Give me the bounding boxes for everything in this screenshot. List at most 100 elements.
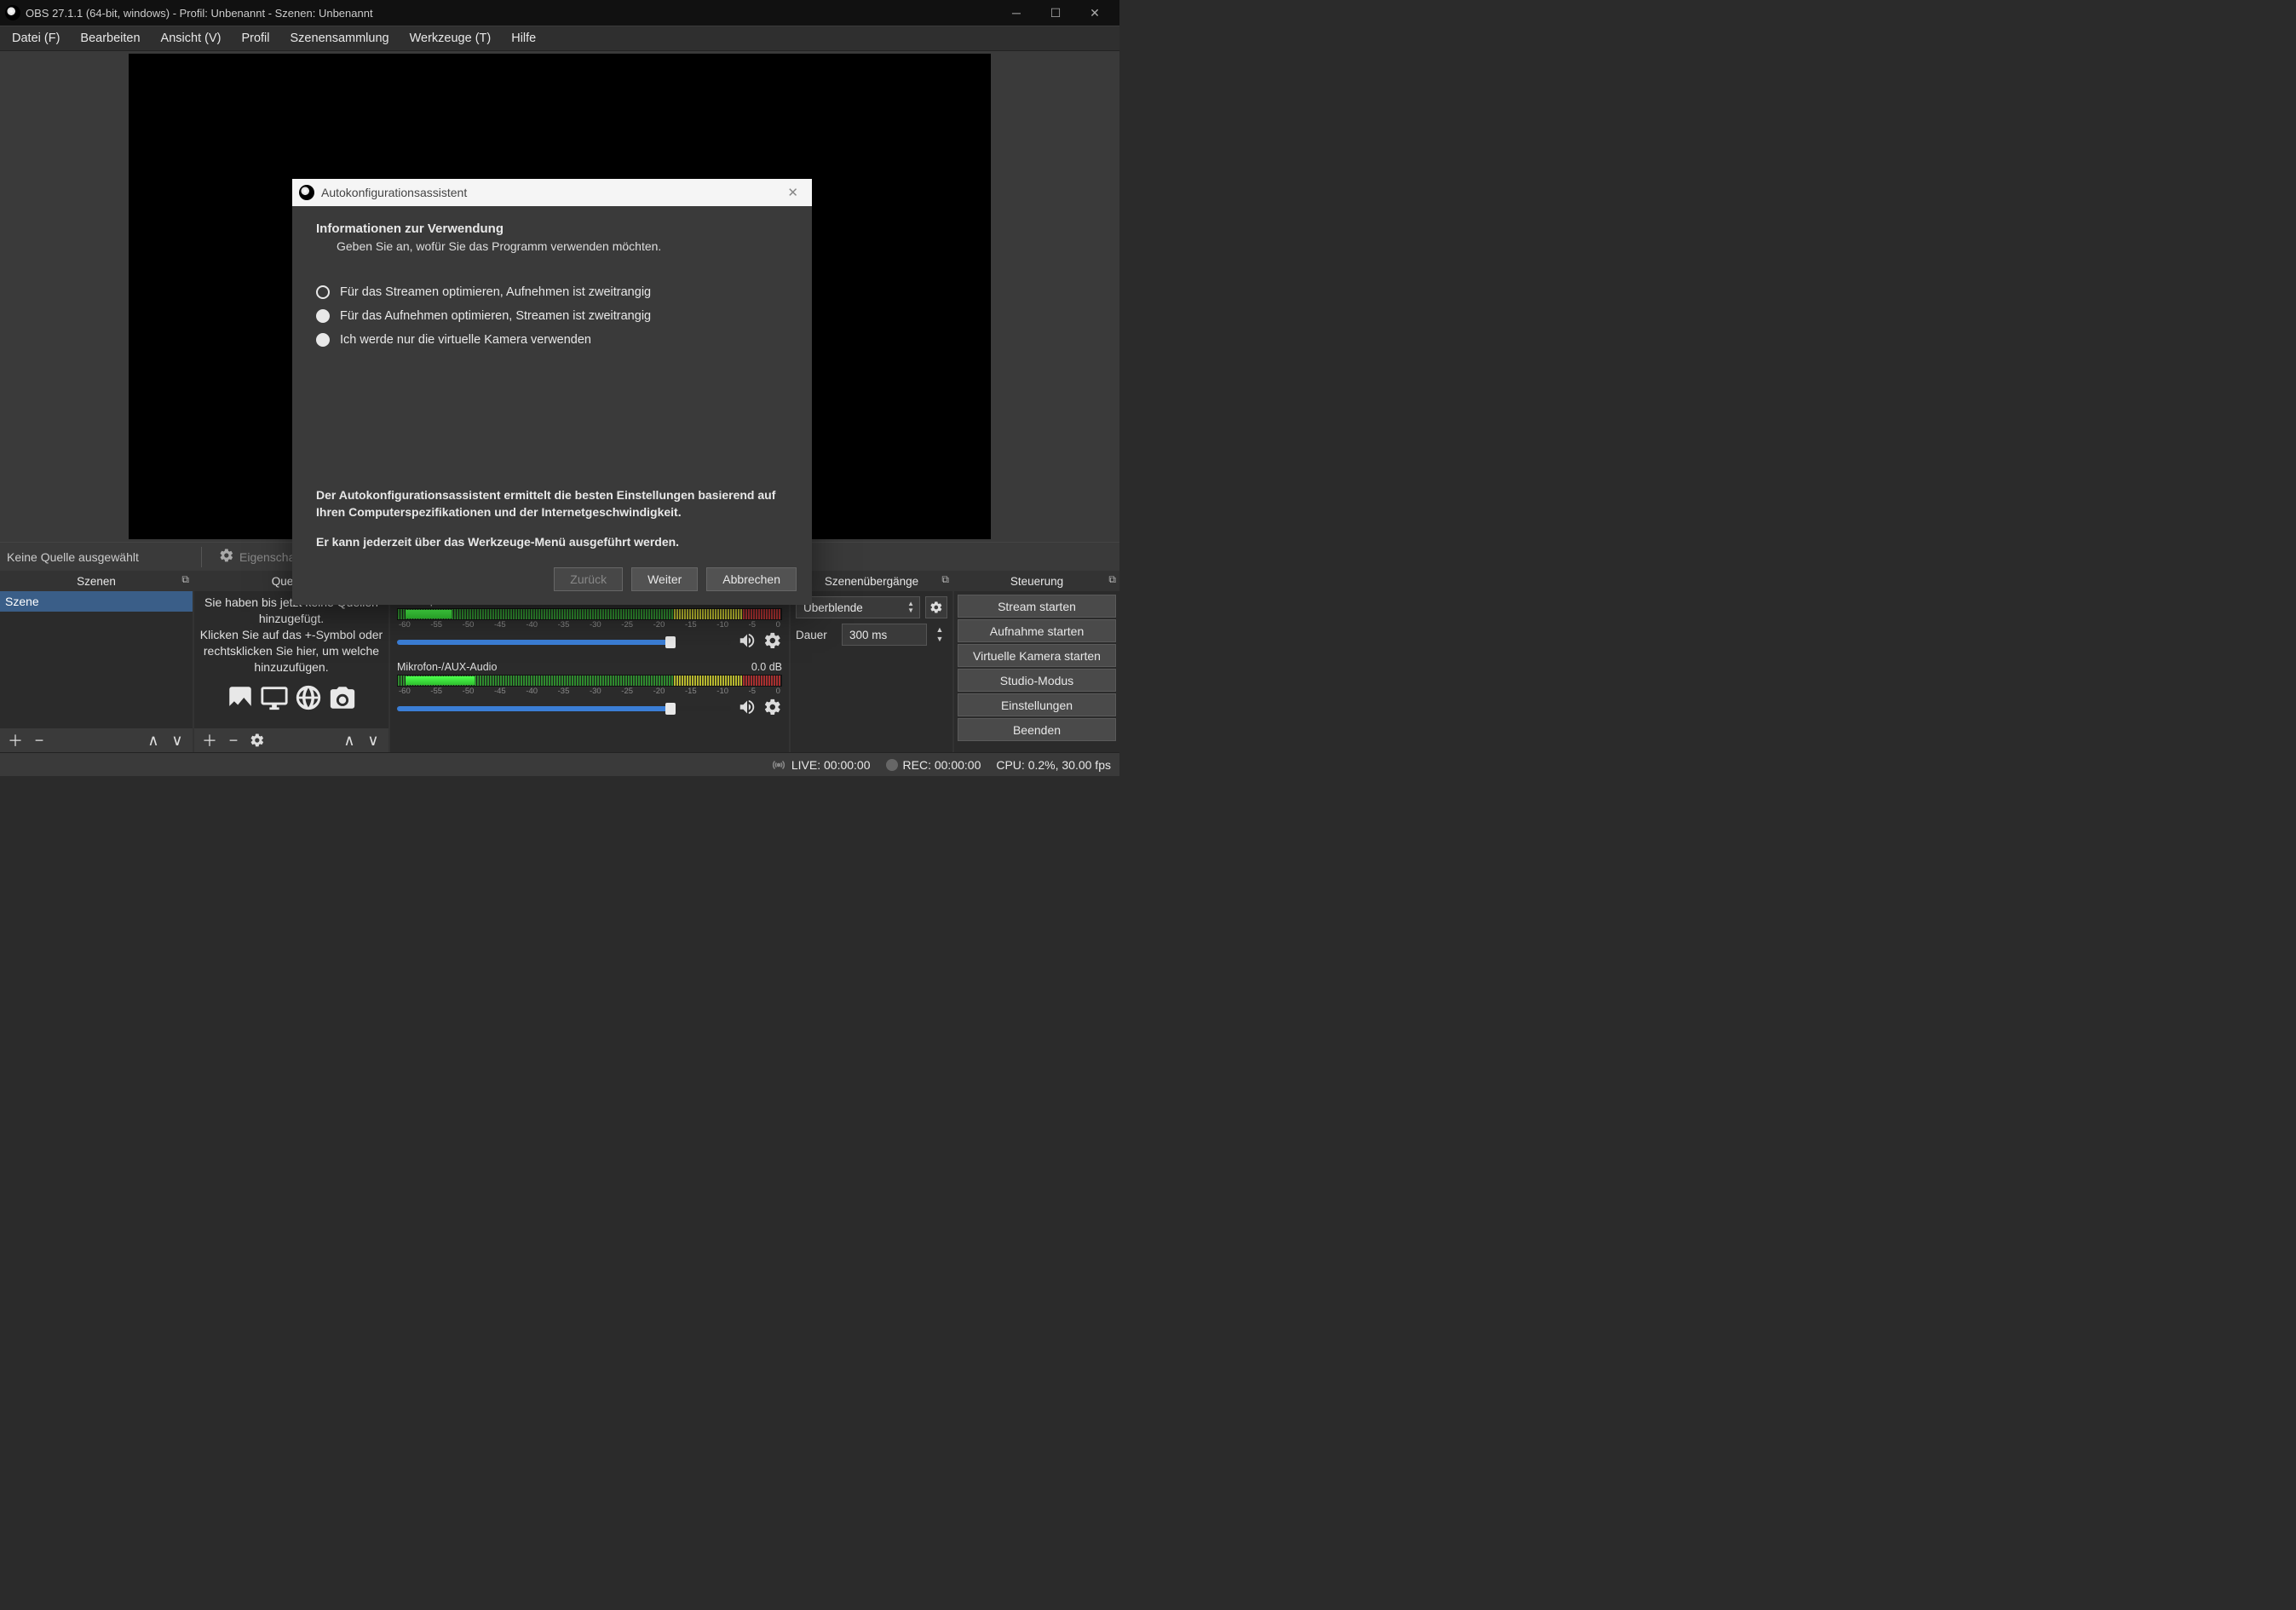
scene-add-button[interactable]: ＋: [5, 730, 26, 750]
wizard-back-button[interactable]: Zurück: [554, 567, 623, 591]
camera-icon: [328, 683, 357, 716]
modal-heading: Informationen zur Verwendung: [316, 221, 788, 236]
dock-controls: Steuerung ⧉ Stream starten Aufnahme star…: [954, 571, 1119, 752]
radio-label: Für das Aufnehmen optimieren, Streamen i…: [340, 309, 651, 323]
settings-button[interactable]: Einstellungen: [958, 693, 1116, 716]
source-up-button[interactable]: ∧: [339, 730, 360, 750]
auto-config-wizard-modal: Autokonfigurationsassistent ✕ Informatio…: [292, 179, 812, 605]
window-titlebar: OBS 27.1.1 (64-bit, windows) - Profil: U…: [0, 0, 1119, 26]
duration-spinner[interactable]: ▲▼: [932, 625, 947, 644]
source-down-button[interactable]: ∨: [363, 730, 383, 750]
menu-tools[interactable]: Werkzeuge (T): [401, 28, 500, 49]
scene-list[interactable]: Szene: [0, 591, 193, 728]
radio-label: Ich werde nur die virtuelle Kamera verwe…: [340, 333, 591, 347]
menu-scene-collection[interactable]: Szenensammlung: [282, 28, 398, 49]
wizard-cancel-button[interactable]: Abbrechen: [706, 567, 797, 591]
obs-logo-icon: [5, 5, 20, 20]
vu-ticks: -60-55-50-45-40-35-30-25-20-15-10-50: [397, 620, 782, 630]
obs-logo-icon: [299, 185, 314, 200]
volume-slider[interactable]: [397, 640, 731, 645]
menu-bar: Datei (F) Bearbeiten Ansicht (V) Profil …: [0, 26, 1119, 51]
modal-close-button[interactable]: ✕: [780, 185, 805, 200]
duration-value: 300 ms: [849, 629, 887, 641]
dock-popout-icon[interactable]: ⧉: [1108, 573, 1116, 586]
dock-scenes-title: Szenen: [77, 575, 116, 588]
dock-scenes-header[interactable]: Szenen ⧉: [0, 571, 193, 591]
mixer-settings-icon[interactable]: [763, 698, 782, 719]
modal-titlebar[interactable]: Autokonfigurationsassistent ✕: [292, 179, 812, 206]
transition-selected-label: Überblende: [803, 601, 863, 614]
modal-title: Autokonfigurationsassistent: [321, 186, 774, 199]
dock-scenes: Szenen ⧉ Szene ＋ − ∧ ∨: [0, 571, 193, 752]
start-streaming-button[interactable]: Stream starten: [958, 595, 1116, 618]
record-indicator-icon: [886, 759, 898, 771]
dock-transitions: Szenenübergänge ⧉ Überblende ▲▼ Dauer: [791, 571, 952, 752]
source-properties-button-small[interactable]: [247, 730, 268, 750]
mixer-track-name: Mikrofon-/AUX-Audio: [397, 661, 497, 673]
no-source-label: Keine Quelle ausgewählt: [0, 550, 201, 564]
speaker-icon[interactable]: [738, 698, 757, 719]
dock-popout-icon[interactable]: ⧉: [941, 573, 949, 586]
menu-edit[interactable]: Bearbeiten: [72, 28, 148, 49]
radio-option-streaming[interactable]: Für das Streamen optimieren, Aufnehmen i…: [316, 285, 788, 299]
scenes-footer: ＋ − ∧ ∨: [0, 728, 193, 752]
source-remove-button[interactable]: −: [223, 730, 244, 750]
wizard-next-button[interactable]: Weiter: [631, 567, 698, 591]
source-add-button[interactable]: ＋: [199, 730, 220, 750]
toolbar-divider: [201, 547, 202, 567]
exit-button[interactable]: Beenden: [958, 718, 1116, 741]
modal-info-p1: Der Autokonfigurationsassistent ermittel…: [316, 486, 788, 521]
vu-meter: [397, 675, 782, 687]
menu-file[interactable]: Datei (F): [3, 28, 68, 49]
dock-transitions-header[interactable]: Szenenübergänge ⧉: [791, 571, 952, 591]
duration-spinbox[interactable]: 300 ms: [842, 624, 927, 646]
status-rec: REC: 00:00:00: [903, 758, 981, 772]
start-recording-button[interactable]: Aufnahme starten: [958, 619, 1116, 642]
radio-option-vcam[interactable]: Ich werde nur die virtuelle Kamera verwe…: [316, 333, 788, 347]
window-close-button[interactable]: ✕: [1075, 0, 1114, 26]
menu-help[interactable]: Hilfe: [503, 28, 544, 49]
menu-view[interactable]: Ansicht (V): [152, 28, 230, 49]
scene-item[interactable]: Szene: [0, 591, 193, 612]
radio-icon: [316, 285, 330, 299]
scene-remove-button[interactable]: −: [29, 730, 49, 750]
dock-controls-title: Steuerung: [1010, 575, 1063, 588]
dock-controls-header[interactable]: Steuerung ⧉: [954, 571, 1119, 591]
radio-label: Für das Streamen optimieren, Aufnehmen i…: [340, 285, 651, 299]
vu-meter: [397, 608, 782, 620]
gear-icon: [219, 548, 234, 566]
mixer-track-db: 0.0 dB: [751, 661, 782, 673]
window-minimize-button[interactable]: ─: [997, 0, 1036, 26]
transition-select[interactable]: Überblende ▲▼: [796, 596, 920, 618]
scene-up-button[interactable]: ∧: [143, 730, 164, 750]
radio-icon: [316, 309, 330, 323]
menu-profile[interactable]: Profil: [233, 28, 278, 49]
broadcast-icon: [771, 757, 786, 773]
globe-icon: [294, 683, 323, 716]
vu-ticks: -60-55-50-45-40-35-30-25-20-15-10-50: [397, 687, 782, 696]
dock-transitions-title: Szenenübergänge: [825, 575, 918, 588]
modal-subheading: Geben Sie an, wofür Sie das Programm ver…: [316, 239, 788, 253]
sources-footer: ＋ − ∧ ∨: [194, 728, 388, 752]
dock-popout-icon[interactable]: ⧉: [181, 573, 189, 586]
scene-down-button[interactable]: ∨: [167, 730, 187, 750]
sources-empty[interactable]: Sie haben bis jetzt keine Quellen hinzug…: [194, 591, 388, 728]
window-maximize-button[interactable]: ☐: [1036, 0, 1075, 26]
transition-settings-button[interactable]: [925, 596, 947, 618]
radio-option-recording[interactable]: Für das Aufnehmen optimieren, Streamen i…: [316, 309, 788, 323]
sources-empty-line2: Klicken Sie auf das +-Symbol oder rechts…: [199, 627, 383, 676]
speaker-icon[interactable]: [738, 631, 757, 653]
chevron-down-icon: ▲▼: [907, 601, 914, 614]
studio-mode-button[interactable]: Studio-Modus: [958, 669, 1116, 692]
window-title: OBS 27.1.1 (64-bit, windows) - Profil: U…: [26, 7, 997, 20]
volume-slider[interactable]: [397, 706, 731, 711]
status-bar: LIVE: 00:00:00 REC: 00:00:00 CPU: 0.2%, …: [0, 752, 1119, 776]
radio-icon: [316, 333, 330, 347]
duration-label: Dauer: [796, 629, 837, 641]
monitor-icon: [260, 683, 289, 716]
mixer-track-mic: Mikrofon-/AUX-Audio 0.0 dB -60-55-50-45-…: [397, 661, 782, 719]
start-virtual-cam-button[interactable]: Virtuelle Kamera starten: [958, 644, 1116, 667]
status-live: LIVE: 00:00:00: [791, 758, 871, 772]
mixer-settings-icon[interactable]: [763, 631, 782, 653]
status-cpu: CPU: 0.2%, 30.00 fps: [996, 758, 1111, 772]
